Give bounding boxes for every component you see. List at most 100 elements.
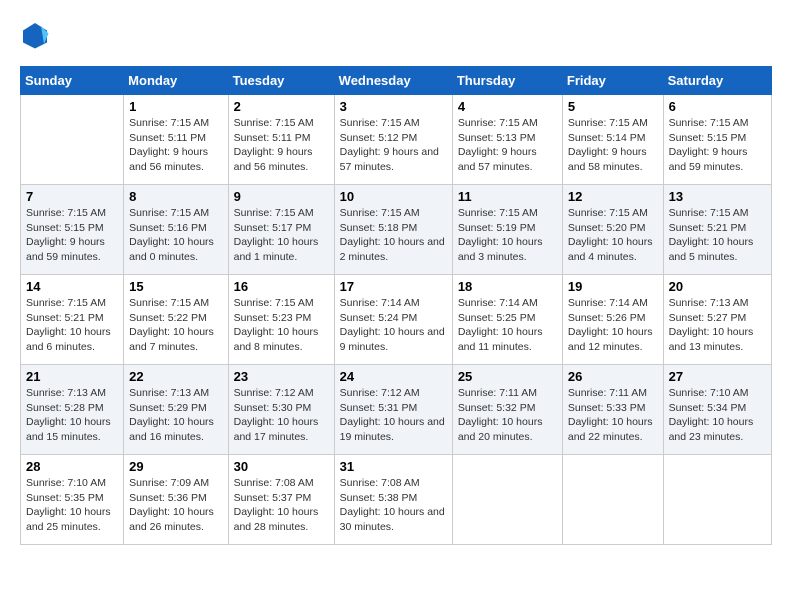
header-day-sunday: Sunday — [21, 67, 124, 95]
calendar-cell: 30 Sunrise: 7:08 AMSunset: 5:37 PMDayligh… — [228, 455, 334, 545]
day-number: 22 — [129, 369, 222, 384]
calendar-cell — [21, 95, 124, 185]
day-info: Sunrise: 7:15 AMSunset: 5:12 PMDaylight:… — [340, 116, 447, 175]
day-info: Sunrise: 7:15 AMSunset: 5:14 PMDaylight:… — [568, 116, 658, 175]
calendar-header-row: SundayMondayTuesdayWednesdayThursdayFrid… — [21, 67, 772, 95]
calendar-cell: 16 Sunrise: 7:15 AMSunset: 5:23 PMDayligh… — [228, 275, 334, 365]
day-number: 8 — [129, 189, 222, 204]
day-number: 17 — [340, 279, 447, 294]
logo-icon — [20, 20, 50, 50]
day-number: 15 — [129, 279, 222, 294]
day-number: 3 — [340, 99, 447, 114]
calendar-cell: 28 Sunrise: 7:10 AMSunset: 5:35 PMDayligh… — [21, 455, 124, 545]
day-number: 9 — [234, 189, 329, 204]
calendar-cell: 9 Sunrise: 7:15 AMSunset: 5:17 PMDaylight… — [228, 185, 334, 275]
calendar-cell: 1 Sunrise: 7:15 AMSunset: 5:11 PMDaylight… — [124, 95, 228, 185]
day-number: 28 — [26, 459, 118, 474]
day-number: 19 — [568, 279, 658, 294]
calendar-week-5: 28 Sunrise: 7:10 AMSunset: 5:35 PMDayligh… — [21, 455, 772, 545]
day-info: Sunrise: 7:11 AMSunset: 5:33 PMDaylight:… — [568, 386, 658, 445]
day-number: 16 — [234, 279, 329, 294]
calendar-cell: 21Sunrise: 7:13 AMSunset: 5:28 PMDayligh… — [21, 365, 124, 455]
day-number: 6 — [669, 99, 766, 114]
day-number: 20 — [669, 279, 766, 294]
calendar-week-4: 21Sunrise: 7:13 AMSunset: 5:28 PMDayligh… — [21, 365, 772, 455]
day-number: 2 — [234, 99, 329, 114]
day-info: Sunrise: 7:12 AMSunset: 5:30 PMDaylight:… — [234, 386, 329, 445]
calendar-cell — [663, 455, 771, 545]
calendar-cell: 6 Sunrise: 7:15 AMSunset: 5:15 PMDaylight… — [663, 95, 771, 185]
day-info: Sunrise: 7:14 AMSunset: 5:26 PMDaylight:… — [568, 296, 658, 355]
day-info: Sunrise: 7:13 AMSunset: 5:29 PMDaylight:… — [129, 386, 222, 445]
day-number: 24 — [340, 369, 447, 384]
calendar-cell — [562, 455, 663, 545]
day-info: Sunrise: 7:15 AMSunset: 5:21 PMDaylight:… — [669, 206, 766, 265]
calendar-cell: 8 Sunrise: 7:15 AMSunset: 5:16 PMDaylight… — [124, 185, 228, 275]
calendar-cell: 23 Sunrise: 7:12 AMSunset: 5:30 PMDayligh… — [228, 365, 334, 455]
day-info: Sunrise: 7:15 AMSunset: 5:18 PMDaylight:… — [340, 206, 447, 265]
day-info: Sunrise: 7:15 AMSunset: 5:23 PMDaylight:… — [234, 296, 329, 355]
day-info: Sunrise: 7:15 AMSunset: 5:20 PMDaylight:… — [568, 206, 658, 265]
calendar-cell — [452, 455, 562, 545]
day-number: 12 — [568, 189, 658, 204]
day-number: 29 — [129, 459, 222, 474]
header — [20, 20, 772, 50]
calendar-cell: 5 Sunrise: 7:15 AMSunset: 5:14 PMDaylight… — [562, 95, 663, 185]
day-number: 11 — [458, 189, 557, 204]
day-info: Sunrise: 7:10 AMSunset: 5:34 PMDaylight:… — [669, 386, 766, 445]
day-number: 5 — [568, 99, 658, 114]
calendar-cell: 17 Sunrise: 7:14 AMSunset: 5:24 PMDayligh… — [334, 275, 452, 365]
calendar-table: SundayMondayTuesdayWednesdayThursdayFrid… — [20, 66, 772, 545]
day-info: Sunrise: 7:15 AMSunset: 5:15 PMDaylight:… — [26, 206, 118, 265]
day-info: Sunrise: 7:14 AMSunset: 5:24 PMDaylight:… — [340, 296, 447, 355]
calendar-cell: 7 Sunrise: 7:15 AMSunset: 5:15 PMDaylight… — [21, 185, 124, 275]
day-number: 1 — [129, 99, 222, 114]
day-number: 14 — [26, 279, 118, 294]
day-info: Sunrise: 7:15 AMSunset: 5:11 PMDaylight:… — [129, 116, 222, 175]
day-number: 23 — [234, 369, 329, 384]
calendar-cell: 18Sunrise: 7:14 AMSunset: 5:25 PMDayligh… — [452, 275, 562, 365]
day-info: Sunrise: 7:15 AMSunset: 5:11 PMDaylight:… — [234, 116, 329, 175]
calendar-cell: 22 Sunrise: 7:13 AMSunset: 5:29 PMDayligh… — [124, 365, 228, 455]
header-day-tuesday: Tuesday — [228, 67, 334, 95]
calendar-cell: 31Sunrise: 7:08 AMSunset: 5:38 PMDayligh… — [334, 455, 452, 545]
day-info: Sunrise: 7:11 AMSunset: 5:32 PMDaylight:… — [458, 386, 557, 445]
header-day-wednesday: Wednesday — [334, 67, 452, 95]
calendar-cell: 11Sunrise: 7:15 AMSunset: 5:19 PMDayligh… — [452, 185, 562, 275]
header-day-monday: Monday — [124, 67, 228, 95]
logo — [20, 20, 54, 50]
day-info: Sunrise: 7:15 AMSunset: 5:16 PMDaylight:… — [129, 206, 222, 265]
day-info: Sunrise: 7:10 AMSunset: 5:35 PMDaylight:… — [26, 476, 118, 535]
calendar-cell: 24 Sunrise: 7:12 AMSunset: 5:31 PMDayligh… — [334, 365, 452, 455]
calendar-cell: 27Sunrise: 7:10 AMSunset: 5:34 PMDayligh… — [663, 365, 771, 455]
header-day-saturday: Saturday — [663, 67, 771, 95]
day-number: 4 — [458, 99, 557, 114]
day-info: Sunrise: 7:12 AMSunset: 5:31 PMDaylight:… — [340, 386, 447, 445]
calendar-week-3: 14 Sunrise: 7:15 AMSunset: 5:21 PMDayligh… — [21, 275, 772, 365]
calendar-cell: 19 Sunrise: 7:14 AMSunset: 5:26 PMDayligh… — [562, 275, 663, 365]
calendar-cell: 15 Sunrise: 7:15 AMSunset: 5:22 PMDayligh… — [124, 275, 228, 365]
calendar-cell: 12 Sunrise: 7:15 AMSunset: 5:20 PMDayligh… — [562, 185, 663, 275]
day-number: 7 — [26, 189, 118, 204]
day-info: Sunrise: 7:09 AMSunset: 5:36 PMDaylight:… — [129, 476, 222, 535]
day-info: Sunrise: 7:15 AMSunset: 5:13 PMDaylight:… — [458, 116, 557, 175]
day-info: Sunrise: 7:08 AMSunset: 5:37 PMDaylight:… — [234, 476, 329, 535]
day-info: Sunrise: 7:14 AMSunset: 5:25 PMDaylight:… — [458, 296, 557, 355]
calendar-cell: 29 Sunrise: 7:09 AMSunset: 5:36 PMDayligh… — [124, 455, 228, 545]
day-number: 10 — [340, 189, 447, 204]
calendar-cell: 10 Sunrise: 7:15 AMSunset: 5:18 PMDayligh… — [334, 185, 452, 275]
calendar-cell: 26 Sunrise: 7:11 AMSunset: 5:33 PMDayligh… — [562, 365, 663, 455]
day-number: 21 — [26, 369, 118, 384]
day-number: 13 — [669, 189, 766, 204]
day-info: Sunrise: 7:15 AMSunset: 5:22 PMDaylight:… — [129, 296, 222, 355]
day-info: Sunrise: 7:15 AMSunset: 5:17 PMDaylight:… — [234, 206, 329, 265]
day-info: Sunrise: 7:15 AMSunset: 5:15 PMDaylight:… — [669, 116, 766, 175]
day-info: Sunrise: 7:08 AMSunset: 5:38 PMDaylight:… — [340, 476, 447, 535]
day-number: 26 — [568, 369, 658, 384]
day-number: 30 — [234, 459, 329, 474]
calendar-cell: 2 Sunrise: 7:15 AMSunset: 5:11 PMDaylight… — [228, 95, 334, 185]
calendar-cell: 20Sunrise: 7:13 AMSunset: 5:27 PMDayligh… — [663, 275, 771, 365]
day-info: Sunrise: 7:15 AMSunset: 5:21 PMDaylight:… — [26, 296, 118, 355]
day-number: 25 — [458, 369, 557, 384]
header-day-thursday: Thursday — [452, 67, 562, 95]
